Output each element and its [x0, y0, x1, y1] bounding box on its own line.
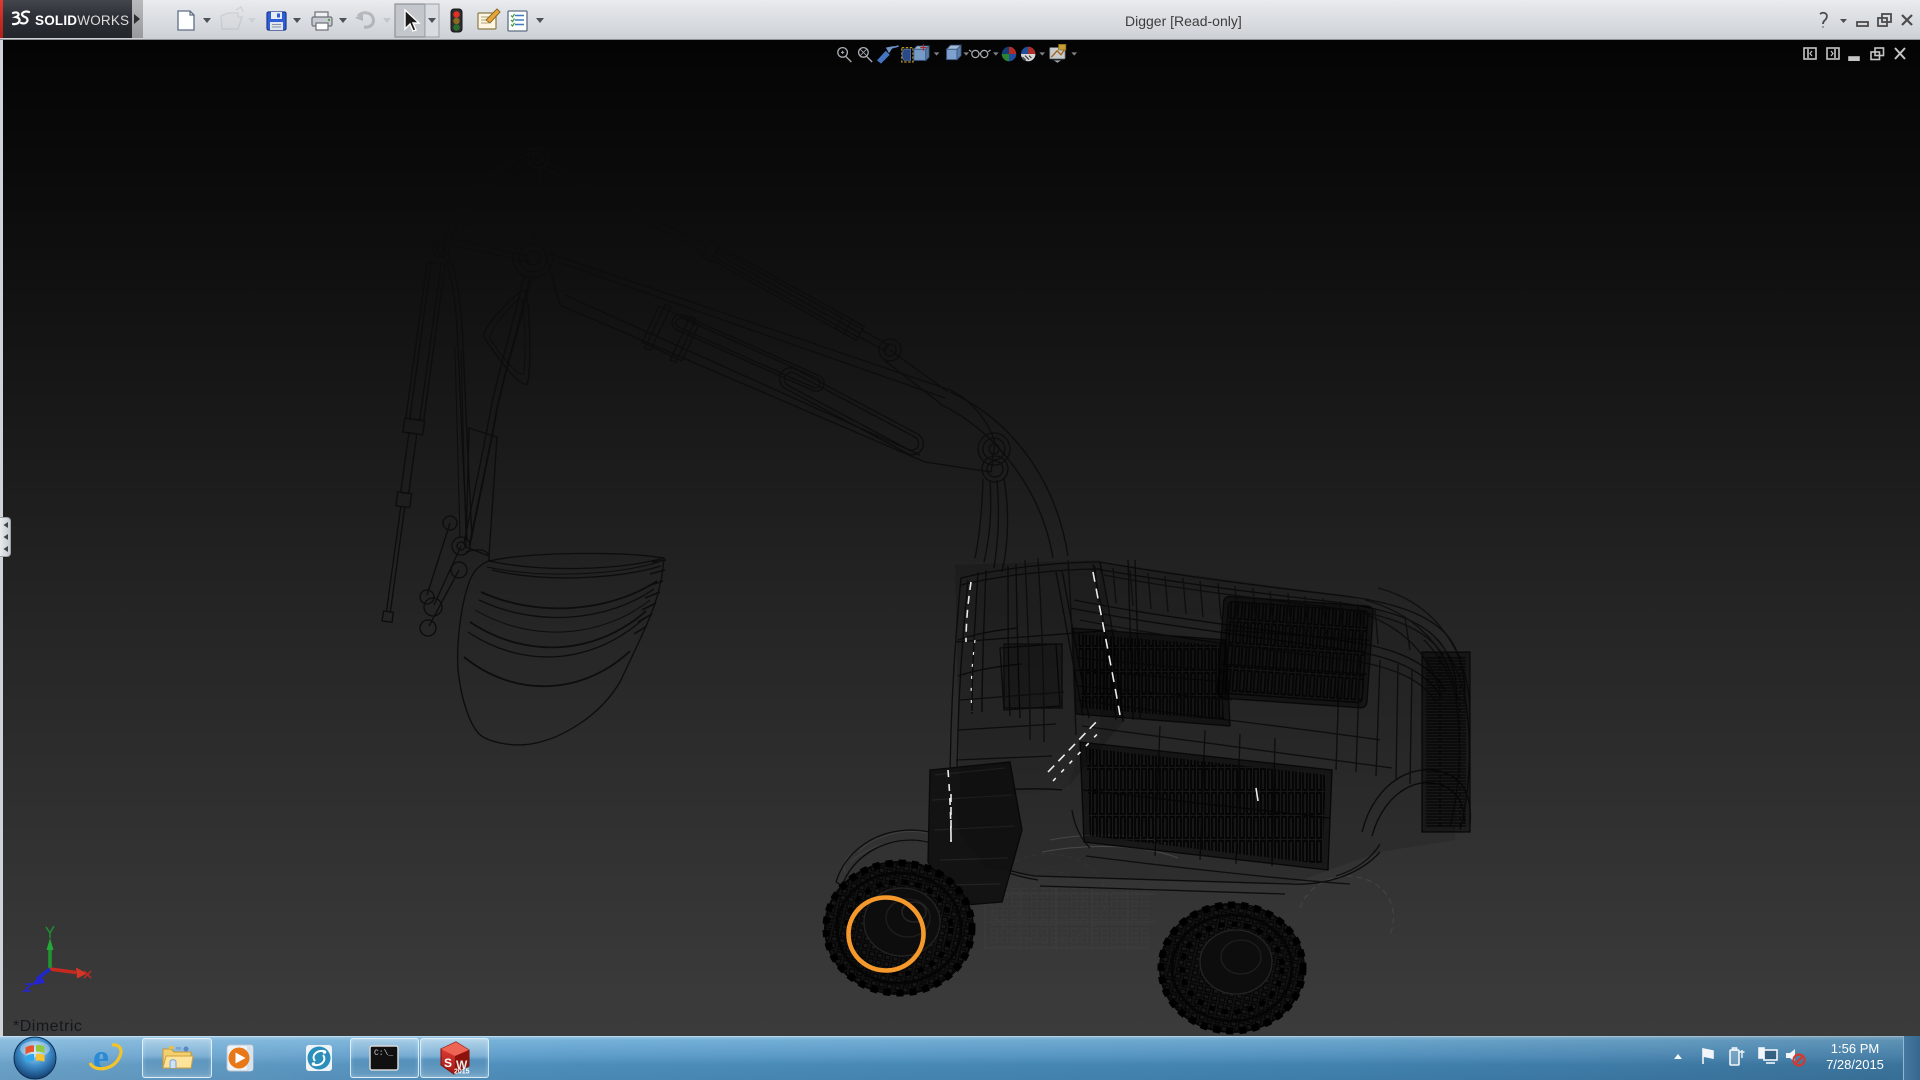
svg-text:C:\_: C:\_ — [374, 1049, 393, 1058]
svg-text:e: e — [93, 1037, 109, 1077]
svg-text:S: S — [444, 1056, 452, 1070]
svg-text:2015: 2015 — [454, 1069, 470, 1076]
